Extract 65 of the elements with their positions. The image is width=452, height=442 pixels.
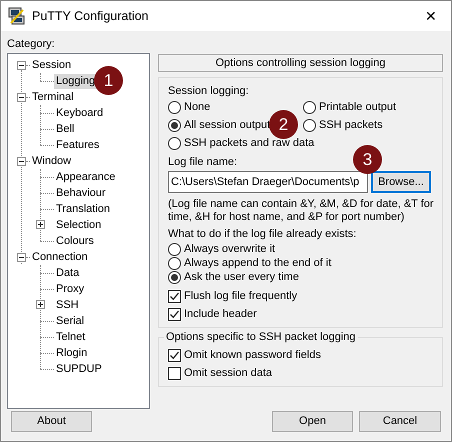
section-label: Log file name: xyxy=(168,155,238,170)
radio-button[interactable] xyxy=(168,100,181,114)
cancel-button[interactable]: Cancel xyxy=(359,411,441,432)
option-label: Omit session data xyxy=(184,366,272,381)
option-label: None xyxy=(184,100,210,115)
window-title: PuTTY Configuration xyxy=(32,8,148,25)
tree-item[interactable]: Features xyxy=(54,138,102,152)
collapse-icon[interactable] xyxy=(17,252,26,262)
close-button[interactable]: ✕ xyxy=(411,1,451,31)
tree-item[interactable]: Colours xyxy=(54,234,96,248)
section-label: What to do if the log file already exists: xyxy=(168,227,356,242)
option-label: Always overwrite it xyxy=(184,242,276,257)
tree-item[interactable]: Translation xyxy=(54,202,112,216)
tree-item[interactable]: Keyboard xyxy=(54,106,106,120)
checkbox[interactable] xyxy=(168,348,181,362)
tree-item[interactable]: Proxy xyxy=(54,282,86,296)
tree-item[interactable]: Connection xyxy=(30,250,90,264)
option-label: Include header xyxy=(184,306,257,322)
about-button[interactable]: About xyxy=(11,411,92,432)
tree-item[interactable]: Serial xyxy=(54,314,86,328)
open-button[interactable]: Open xyxy=(272,411,353,432)
computer-icon xyxy=(8,7,26,25)
tree-item[interactable]: Logging xyxy=(54,74,98,88)
option-label: Always append to the end of it xyxy=(184,256,332,271)
tree-item[interactable]: Telnet xyxy=(54,330,88,344)
expand-icon[interactable] xyxy=(36,300,45,309)
option-label: Omit known password fields xyxy=(184,348,321,363)
tree-item[interactable]: Appearance xyxy=(54,170,118,184)
radio-button[interactable] xyxy=(168,270,181,284)
category-label: Category: xyxy=(7,37,56,51)
radio-button[interactable] xyxy=(168,256,181,270)
collapse-icon[interactable] xyxy=(17,92,26,102)
checkbox[interactable] xyxy=(168,366,181,380)
tree-item[interactable]: SUPDUP xyxy=(54,362,104,376)
tree-item[interactable]: Window xyxy=(30,154,74,168)
browse-button[interactable]: Browse... xyxy=(371,171,431,193)
collapse-icon[interactable] xyxy=(17,60,26,70)
step-number-badge: 2 xyxy=(269,110,298,139)
hint-text: (Log file name can contain &Y, &M, &D for date, &T for time, &H for host name, and &P for port number) xyxy=(168,198,434,224)
option-label: Printable output xyxy=(319,100,396,115)
log-file-field[interactable]: C:\Users\Stefan Draeger\Documents\p xyxy=(168,171,368,193)
checkbox[interactable] xyxy=(168,290,181,302)
tree-item[interactable]: Session xyxy=(30,58,74,72)
tree-item[interactable]: SSH xyxy=(54,298,81,312)
radio-button[interactable] xyxy=(168,136,181,150)
checkbox[interactable] xyxy=(168,308,181,320)
group-title: Options specific to SSH packet logging xyxy=(164,329,358,345)
step-number-badge: 3 xyxy=(353,145,382,174)
tree-item[interactable]: Data xyxy=(54,266,82,280)
option-label: SSH packets xyxy=(319,118,383,133)
panel-header: Options controlling session logging xyxy=(158,54,443,72)
radio-button[interactable] xyxy=(168,242,181,256)
radio-button[interactable] xyxy=(303,118,316,132)
tree-item[interactable]: Rlogin xyxy=(54,346,90,360)
tree-item[interactable]: Selection xyxy=(54,218,104,232)
radio-button[interactable] xyxy=(168,118,181,132)
section-label: Session logging: xyxy=(168,84,249,99)
tree-item[interactable]: Bell xyxy=(54,122,76,136)
option-label: Ask the user every time xyxy=(184,270,299,285)
radio-button[interactable] xyxy=(303,100,316,114)
option-label: Flush log file frequently xyxy=(184,288,298,304)
collapse-icon[interactable] xyxy=(17,156,26,166)
tree-item[interactable]: Terminal xyxy=(30,90,76,104)
tree-item[interactable]: Behaviour xyxy=(54,186,108,200)
expand-icon[interactable] xyxy=(36,220,45,229)
